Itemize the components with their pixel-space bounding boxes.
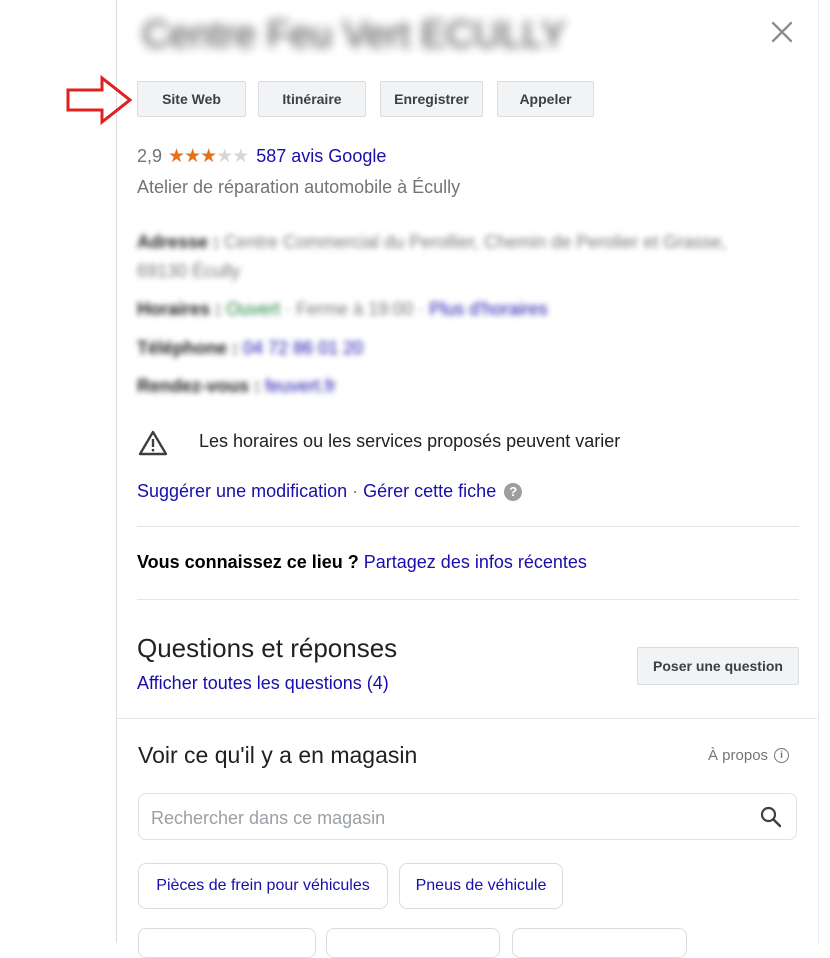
info-icon: i <box>774 748 790 763</box>
divider <box>137 526 799 527</box>
know-question: Vous connaissez ce lieu ? <box>137 552 359 572</box>
address-row: Adresse : Centre Commercial du Perollier… <box>137 232 726 253</box>
all-questions-link[interactable]: Afficher toutes les questions (4) <box>137 673 389 694</box>
divider <box>117 718 817 719</box>
address-label: Adresse : <box>137 232 220 252</box>
suggest-edit-link[interactable]: Suggérer une modification <box>137 481 347 502</box>
store-search-input[interactable] <box>149 804 743 832</box>
close-icon[interactable] <box>768 18 796 46</box>
manage-listing-link[interactable]: Gérer cette fiche <box>363 481 496 502</box>
qa-title: Questions et réponses <box>137 633 398 663</box>
rating-stars: ★★★★★ <box>168 145 249 168</box>
appointments-label: Rendez-vous : <box>137 376 261 396</box>
rating-value: 2,9 <box>137 146 163 166</box>
about-label: À propos <box>708 747 769 764</box>
search-icon[interactable] <box>760 806 782 833</box>
phone-label: Téléphone : <box>137 338 239 358</box>
chip-partial[interactable] <box>326 928 500 958</box>
chip-partial[interactable] <box>512 928 687 958</box>
star-icon: ★ <box>168 146 185 167</box>
star-icon: ★ <box>200 146 217 167</box>
hours-status: Ouvert <box>226 299 281 319</box>
ask-question-button[interactable]: Poser une question <box>637 647 799 685</box>
pointer-arrow-icon <box>66 74 134 130</box>
star-empty-icon: ★ <box>232 146 249 167</box>
warning-icon <box>137 429 169 462</box>
place-title: Centre Feu Vert ECULLY <box>142 14 566 56</box>
share-info-link[interactable]: Partagez des infos récentes <box>364 552 587 572</box>
store-search <box>138 793 797 840</box>
chip-partial[interactable] <box>138 928 316 958</box>
hours-row: Horaires : Ouvert · Ferme à 19:00 · Plus… <box>137 299 548 320</box>
reviews-link[interactable]: 587 avis Google <box>256 146 386 167</box>
chip-brake-parts[interactable]: Pièces de frein pour véhicules <box>138 863 388 909</box>
know-this-place: Vous connaissez ce lieu ? Partagez des i… <box>137 552 587 573</box>
phone-row: Téléphone : 04 72 86 01 20 <box>137 338 363 359</box>
hours-label: Horaires : <box>137 299 222 319</box>
place-category: Atelier de réparation automobile à Écull… <box>137 177 461 197</box>
rating-row: 2,9 ★★★★★ 587 avis Google <box>137 145 386 168</box>
divider <box>137 599 799 600</box>
edit-links: Suggérer une modification · Gérer cette … <box>137 481 523 502</box>
star-icon: ★ <box>184 146 201 167</box>
about-link[interactable]: À propos i <box>708 747 790 764</box>
address-row-2: 69130 Écully <box>137 261 240 282</box>
call-button[interactable]: Appeler <box>497 81 594 117</box>
chip-tires[interactable]: Pneus de véhicule <box>399 863 563 909</box>
help-icon[interactable]: ? <box>504 482 523 501</box>
phone-link[interactable]: 04 72 86 01 20 <box>243 338 363 358</box>
address-value: Centre Commercial du Perollier, Chemin d… <box>224 232 727 252</box>
store-section-title: Voir ce qu'il y a en magasin <box>138 742 418 768</box>
appointments-link[interactable]: feuvert.fr <box>265 376 336 396</box>
hours-value: · Ferme à 19:00 · <box>285 299 425 319</box>
appointments-row: Rendez-vous : feuvert.fr <box>137 376 336 397</box>
website-button[interactable]: Site Web <box>137 81 246 117</box>
link-separator: · <box>347 481 364 501</box>
star-empty-icon: ★ <box>216 146 233 167</box>
address-value-2: 69130 Écully <box>137 261 241 281</box>
hours-notice: Les horaires ou les services proposés pe… <box>199 431 621 451</box>
save-button[interactable]: Enregistrer <box>380 81 483 117</box>
directions-button[interactable]: Itinéraire <box>258 81 366 117</box>
more-hours-link[interactable]: Plus d'horaires <box>429 299 548 319</box>
